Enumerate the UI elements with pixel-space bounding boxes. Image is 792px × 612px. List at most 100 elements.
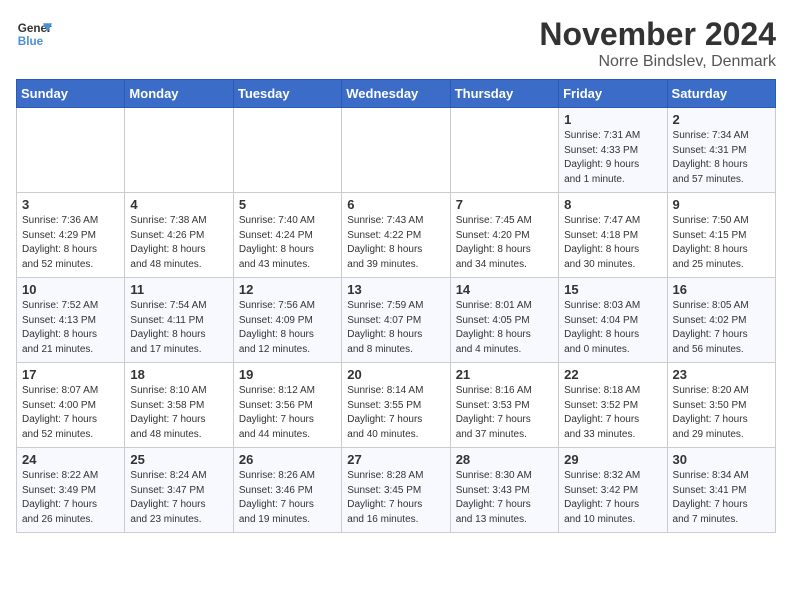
day-number: 24: [22, 452, 119, 467]
weekday-header-saturday: Saturday: [667, 80, 775, 108]
day-info: Sunrise: 8:10 AM Sunset: 3:58 PM Dayligh…: [130, 384, 227, 442]
day-number: 16: [673, 282, 770, 297]
calendar-cell: 1 Sunrise: 7:31 AM Sunset: 4:33 PM Daylig…: [559, 108, 667, 193]
day-info: Sunrise: 7:45 AM Sunset: 4:20 PM Dayligh…: [456, 214, 553, 272]
day-info: Sunrise: 8:14 AM Sunset: 3:55 PM Dayligh…: [347, 384, 444, 442]
calendar-cell: 13 Sunrise: 7:59 AM Sunset: 4:07 PM Dayli…: [342, 278, 450, 363]
day-number: 8: [564, 197, 661, 212]
calendar-cell: 17 Sunrise: 8:07 AM Sunset: 4:00 PM Dayli…: [17, 363, 125, 448]
calendar-week-row: 1 Sunrise: 7:31 AM Sunset: 4:33 PM Daylig…: [17, 108, 776, 193]
day-info: Sunrise: 7:36 AM Sunset: 4:29 PM Dayligh…: [22, 214, 119, 272]
day-info: Sunrise: 8:30 AM Sunset: 3:43 PM Dayligh…: [456, 469, 553, 527]
calendar-week-row: 24Sunrise: 8:22 AM Sunset: 3:49 PM Dayli…: [17, 448, 776, 533]
weekday-header-tuesday: Tuesday: [233, 80, 341, 108]
day-number: 27: [347, 452, 444, 467]
day-number: 25: [130, 452, 227, 467]
calendar-cell: 22Sunrise: 8:18 AM Sunset: 3:52 PM Dayli…: [559, 363, 667, 448]
calendar-cell: 15 Sunrise: 8:03 AM Sunset: 4:04 PM Dayli…: [559, 278, 667, 363]
day-number: 21: [456, 367, 553, 382]
day-info: Sunrise: 8:20 AM Sunset: 3:50 PM Dayligh…: [673, 384, 770, 442]
day-number: 18: [130, 367, 227, 382]
calendar-cell: 19Sunrise: 8:12 AM Sunset: 3:56 PM Dayli…: [233, 363, 341, 448]
day-number: 30: [673, 452, 770, 467]
day-info: Sunrise: 8:24 AM Sunset: 3:47 PM Dayligh…: [130, 469, 227, 527]
calendar-cell: 29Sunrise: 8:32 AM Sunset: 3:42 PM Dayli…: [559, 448, 667, 533]
weekday-header-wednesday: Wednesday: [342, 80, 450, 108]
calendar-cell: 3 Sunrise: 7:36 AM Sunset: 4:29 PM Daylig…: [17, 193, 125, 278]
calendar-cell: 11 Sunrise: 7:54 AM Sunset: 4:11 PM Dayli…: [125, 278, 233, 363]
day-number: 9: [673, 197, 770, 212]
calendar-cell: 25 Sunrise: 8:24 AM Sunset: 3:47 PM Dayli…: [125, 448, 233, 533]
title-area: November 2024 Norre Bindslev, Denmark: [539, 16, 776, 71]
logo: General Blue: [16, 16, 52, 52]
calendar-cell: [233, 108, 341, 193]
calendar-cell: 21 Sunrise: 8:16 AM Sunset: 3:53 PM Dayli…: [450, 363, 558, 448]
calendar-cell: 12Sunrise: 7:56 AM Sunset: 4:09 PM Dayli…: [233, 278, 341, 363]
calendar-cell: 14 Sunrise: 8:01 AM Sunset: 4:05 PM Dayli…: [450, 278, 558, 363]
calendar-cell: 30 Sunrise: 8:34 AM Sunset: 3:41 PM Dayli…: [667, 448, 775, 533]
calendar-week-row: 3 Sunrise: 7:36 AM Sunset: 4:29 PM Daylig…: [17, 193, 776, 278]
day-number: 13: [347, 282, 444, 297]
weekday-header-monday: Monday: [125, 80, 233, 108]
day-number: 17: [22, 367, 119, 382]
day-number: 5: [239, 197, 336, 212]
calendar-week-row: 10Sunrise: 7:52 AM Sunset: 4:13 PM Dayli…: [17, 278, 776, 363]
day-info: Sunrise: 8:26 AM Sunset: 3:46 PM Dayligh…: [239, 469, 336, 527]
day-info: Sunrise: 8:18 AM Sunset: 3:52 PM Dayligh…: [564, 384, 661, 442]
calendar-cell: [125, 108, 233, 193]
day-info: Sunrise: 8:12 AM Sunset: 3:56 PM Dayligh…: [239, 384, 336, 442]
calendar-cell: 2Sunrise: 7:34 AM Sunset: 4:31 PM Daylig…: [667, 108, 775, 193]
calendar-cell: 8 Sunrise: 7:47 AM Sunset: 4:18 PM Daylig…: [559, 193, 667, 278]
calendar-cell: [17, 108, 125, 193]
day-info: Sunrise: 7:34 AM Sunset: 4:31 PM Dayligh…: [673, 129, 770, 187]
day-info: Sunrise: 7:31 AM Sunset: 4:33 PM Dayligh…: [564, 129, 661, 187]
day-number: 28: [456, 452, 553, 467]
day-info: Sunrise: 8:16 AM Sunset: 3:53 PM Dayligh…: [456, 384, 553, 442]
day-info: Sunrise: 8:01 AM Sunset: 4:05 PM Dayligh…: [456, 299, 553, 357]
calendar-cell: 4Sunrise: 7:38 AM Sunset: 4:26 PM Daylig…: [125, 193, 233, 278]
day-info: Sunrise: 7:56 AM Sunset: 4:09 PM Dayligh…: [239, 299, 336, 357]
weekday-header-row: SundayMondayTuesdayWednesdayThursdayFrid…: [17, 80, 776, 108]
day-info: Sunrise: 8:05 AM Sunset: 4:02 PM Dayligh…: [673, 299, 770, 357]
day-info: Sunrise: 7:54 AM Sunset: 4:11 PM Dayligh…: [130, 299, 227, 357]
calendar-cell: 10Sunrise: 7:52 AM Sunset: 4:13 PM Dayli…: [17, 278, 125, 363]
day-info: Sunrise: 7:59 AM Sunset: 4:07 PM Dayligh…: [347, 299, 444, 357]
logo-icon: General Blue: [16, 16, 52, 52]
weekday-header-friday: Friday: [559, 80, 667, 108]
calendar-cell: 7 Sunrise: 7:45 AM Sunset: 4:20 PM Daylig…: [450, 193, 558, 278]
calendar-cell: 18 Sunrise: 8:10 AM Sunset: 3:58 PM Dayli…: [125, 363, 233, 448]
calendar-table: SundayMondayTuesdayWednesdayThursdayFrid…: [16, 79, 776, 533]
calendar-cell: [450, 108, 558, 193]
day-info: Sunrise: 7:43 AM Sunset: 4:22 PM Dayligh…: [347, 214, 444, 272]
day-info: Sunrise: 7:38 AM Sunset: 4:26 PM Dayligh…: [130, 214, 227, 272]
day-number: 29: [564, 452, 661, 467]
calendar-cell: 27Sunrise: 8:28 AM Sunset: 3:45 PM Dayli…: [342, 448, 450, 533]
calendar-week-row: 17 Sunrise: 8:07 AM Sunset: 4:00 PM Dayli…: [17, 363, 776, 448]
calendar-cell: 23 Sunrise: 8:20 AM Sunset: 3:50 PM Dayli…: [667, 363, 775, 448]
day-info: Sunrise: 7:40 AM Sunset: 4:24 PM Dayligh…: [239, 214, 336, 272]
calendar-cell: 28 Sunrise: 8:30 AM Sunset: 3:43 PM Dayli…: [450, 448, 558, 533]
location-title: Norre Bindslev, Denmark: [539, 53, 776, 71]
calendar-cell: [342, 108, 450, 193]
calendar-cell: 9Sunrise: 7:50 AM Sunset: 4:15 PM Daylig…: [667, 193, 775, 278]
day-number: 6: [347, 197, 444, 212]
day-number: 23: [673, 367, 770, 382]
day-number: 1: [564, 112, 661, 127]
day-info: Sunrise: 8:07 AM Sunset: 4:00 PM Dayligh…: [22, 384, 119, 442]
day-info: Sunrise: 7:47 AM Sunset: 4:18 PM Dayligh…: [564, 214, 661, 272]
day-number: 7: [456, 197, 553, 212]
day-number: 26: [239, 452, 336, 467]
svg-text:Blue: Blue: [18, 35, 44, 48]
day-number: 14: [456, 282, 553, 297]
day-number: 3: [22, 197, 119, 212]
day-number: 20: [347, 367, 444, 382]
day-info: Sunrise: 7:52 AM Sunset: 4:13 PM Dayligh…: [22, 299, 119, 357]
calendar-cell: 16 Sunrise: 8:05 AM Sunset: 4:02 PM Dayli…: [667, 278, 775, 363]
day-number: 11: [130, 282, 227, 297]
day-info: Sunrise: 8:34 AM Sunset: 3:41 PM Dayligh…: [673, 469, 770, 527]
day-number: 15: [564, 282, 661, 297]
day-info: Sunrise: 8:03 AM Sunset: 4:04 PM Dayligh…: [564, 299, 661, 357]
calendar-cell: 20 Sunrise: 8:14 AM Sunset: 3:55 PM Dayli…: [342, 363, 450, 448]
calendar-cell: 26 Sunrise: 8:26 AM Sunset: 3:46 PM Dayli…: [233, 448, 341, 533]
calendar-cell: 6 Sunrise: 7:43 AM Sunset: 4:22 PM Daylig…: [342, 193, 450, 278]
